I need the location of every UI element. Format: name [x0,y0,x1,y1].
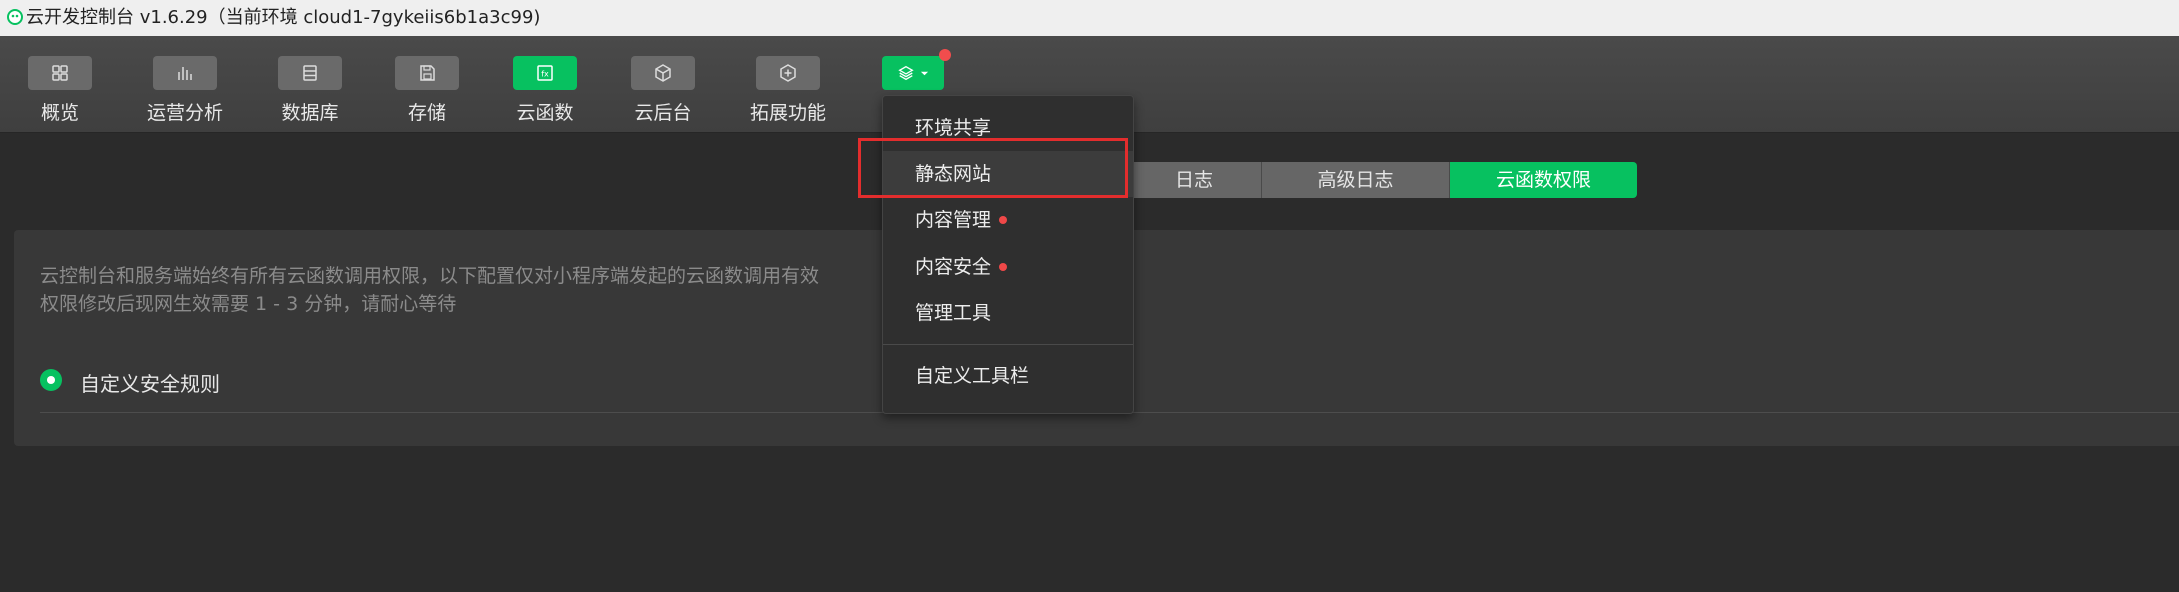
permission-description: 云控制台和服务端始终有所有云函数调用权限，以下配置仅对小程序端发起的云函数调用有… [40,262,940,318]
toolbar-label-overview: 概览 [40,102,79,124]
badge-dot [999,215,1008,224]
toolbar-button-database[interactable] [278,56,342,90]
highlight-annotation-box [858,138,1128,198]
toolbar-item-database[interactable]: 数据库 [260,56,360,126]
plus-hex-icon [780,64,796,82]
toolbar-button-cloud-backend[interactable] [631,56,695,90]
menu-item-content-management[interactable]: 内容管理 [883,197,1133,243]
toolbar-label-database: 数据库 [281,102,339,124]
title-bar: 云开发控制台 v1.6.29（当前环境 cloud1-7gykeiis6b1a3… [0,0,2179,37]
menu-item-label: 环境共享 [915,117,992,139]
bar-chart-icon [178,67,192,80]
toolbar-label-cloud-backend: 云后台 [634,102,692,124]
notification-dot [939,49,951,61]
caret-down-icon [920,71,929,75]
toolbar-item-extensions[interactable]: 拓展功能 [738,56,838,126]
save-icon [420,65,435,81]
svg-text:fx: fx [541,70,549,79]
tab-advanced-log[interactable]: 高级日志 [1262,162,1450,198]
function-icon: fx [537,65,553,81]
menu-item-label: 内容管理 [915,209,992,231]
toolbar-button-analytics[interactable] [153,56,217,90]
toolbar-item-cloud-function[interactable]: fx 云函数 [495,56,595,126]
grid-icon [52,65,68,81]
window-title: 云开发控制台 v1.6.29（当前环境 cloud1-7gykeiis6b1a3… [26,7,541,28]
database-icon [303,65,317,81]
toolbar-label-storage: 存储 [407,102,446,124]
menu-item-management-tools[interactable]: 管理工具 [883,290,1133,336]
toolbar-item-overview[interactable]: 概览 [10,56,110,126]
description-line-2: 权限修改后现网生效需要 1 - 3 分钟，请耐心等待 [40,293,457,315]
menu-item-label: 内容安全 [915,256,992,278]
cube-icon [655,64,671,82]
toolbar-label-analytics: 运营分析 [146,102,223,124]
toolbar-item-storage[interactable]: 存储 [377,56,477,126]
toolbar-label-extensions: 拓展功能 [749,102,826,124]
more-dropdown-button[interactable] [882,56,944,90]
toolbar-button-extensions[interactable] [756,56,820,90]
badge-dot [999,262,1008,271]
custom-rule-radio[interactable] [40,369,62,391]
toolbar-item-analytics[interactable]: 运营分析 [135,56,235,126]
layers-icon [898,65,914,81]
menu-item-content-security[interactable]: 内容安全 [883,244,1133,290]
function-tabs: 日志 高级日志 云函数权限 [1127,162,1637,198]
tab-function-permission[interactable]: 云函数权限 [1450,162,1637,198]
menu-item-label: 管理工具 [915,302,992,324]
custom-rule-label[interactable]: 自定义安全规则 [80,368,220,397]
toolbar-item-cloud-backend[interactable]: 云后台 [613,56,713,126]
app-logo-icon [7,9,23,25]
menu-separator [883,344,1133,345]
menu-item-label: 自定义工具栏 [915,365,1030,387]
toolbar-button-storage[interactable] [395,56,459,90]
description-line-1: 云控制台和服务端始终有所有云函数调用权限，以下配置仅对小程序端发起的云函数调用有… [40,265,820,287]
tab-log[interactable]: 日志 [1127,162,1262,198]
toolbar-button-overview[interactable] [28,56,92,90]
radio-inner-dot [47,376,55,384]
toolbar-label-cloud-function: 云函数 [516,102,574,124]
menu-item-customize-toolbar[interactable]: 自定义工具栏 [883,353,1133,399]
toolbar-button-cloud-function[interactable]: fx [513,56,577,90]
